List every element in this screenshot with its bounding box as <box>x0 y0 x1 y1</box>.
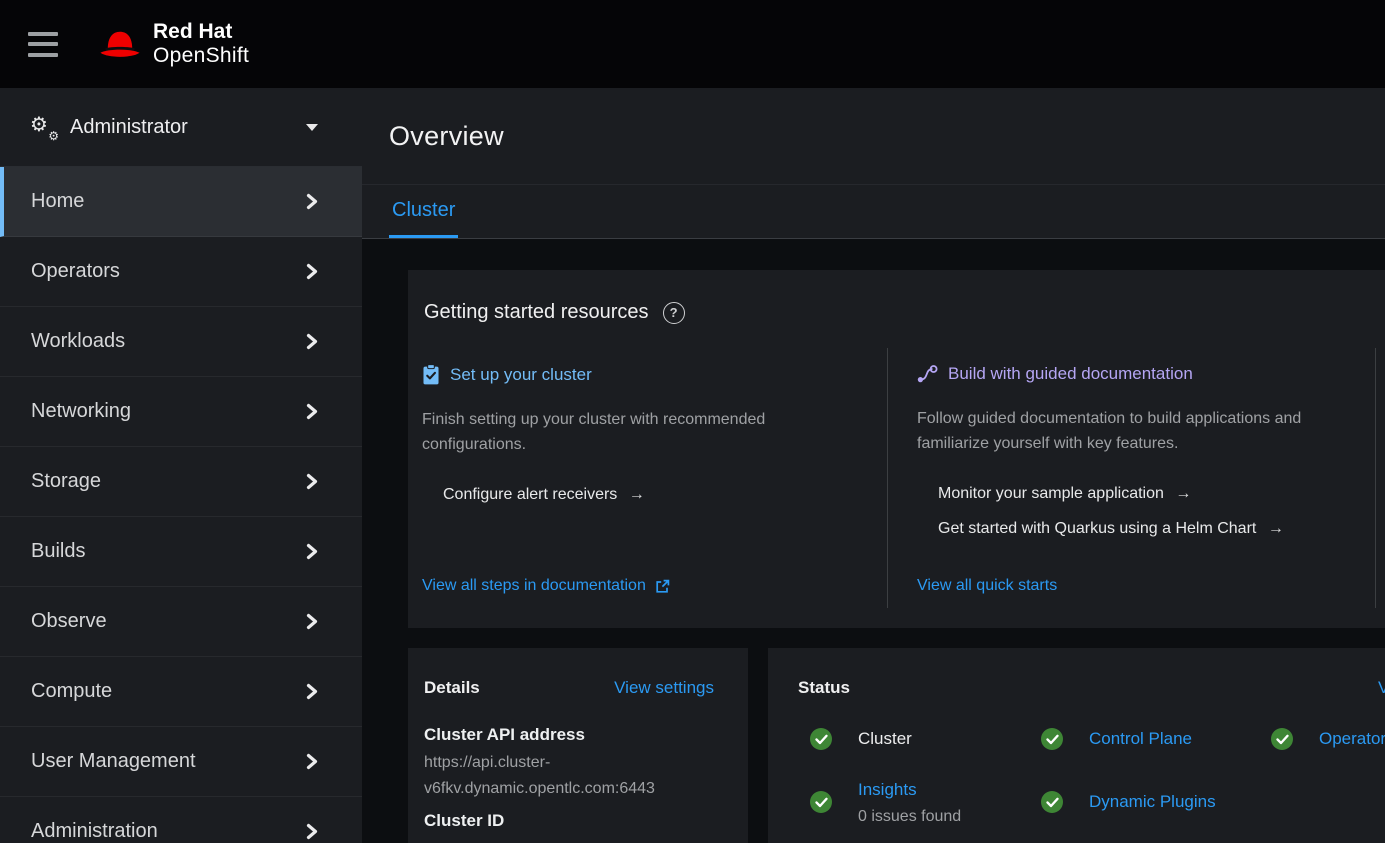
chevron-right-icon <box>306 613 318 630</box>
chevron-right-icon <box>306 683 318 700</box>
insights-link[interactable]: Insights <box>858 779 961 801</box>
section-description: Follow guided documentation to build app… <box>917 406 1353 456</box>
section-title: Set up your cluster <box>450 365 592 385</box>
link-view-all-quick-starts[interactable]: View all quick starts <box>917 577 1057 595</box>
brand-name: Red Hat <box>153 20 249 44</box>
view-settings-link[interactable]: View settings <box>614 678 714 698</box>
arrow-right-icon: → <box>629 486 645 503</box>
sidebar-item-administration[interactable]: Administration <box>0 797 362 843</box>
check-circle-icon <box>1041 728 1063 750</box>
insights-issues-count: 0 issues found <box>858 806 961 828</box>
nav-toggle-button[interactable] <box>28 32 58 57</box>
details-card: Details View settings Cluster API addres… <box>408 648 748 843</box>
status-item-cluster: Cluster <box>810 728 912 750</box>
route-icon <box>917 364 938 384</box>
getting-started-section-setup: Set up your cluster Finish setting up yo… <box>408 348 887 608</box>
arrow-right-icon: → <box>1175 485 1191 502</box>
link-quarkus-helm-chart[interactable]: Get started with Quarkus using a Helm Ch… <box>938 518 1353 540</box>
status-item-insights: Insights 0 issues found <box>810 779 961 828</box>
hamburger-icon <box>28 32 58 36</box>
status-item-operators: Operators <box>1271 728 1385 750</box>
getting-started-card: Getting started resources ? Set up your … <box>408 270 1385 628</box>
chevron-right-icon <box>306 263 318 280</box>
chevron-right-icon <box>306 753 318 770</box>
masthead: Red Hat OpenShift <box>0 0 1385 88</box>
chevron-right-icon <box>306 193 318 210</box>
sidebar-nav: Home Operators Workloads Networking Stor… <box>0 167 362 843</box>
chevron-right-icon <box>306 333 318 350</box>
link-view-all-steps[interactable]: View all steps in documentation <box>422 577 670 595</box>
details-title: Details <box>424 678 480 698</box>
check-circle-icon <box>810 791 832 813</box>
external-link-icon <box>655 579 670 594</box>
control-plane-link[interactable]: Control Plane <box>1089 728 1192 750</box>
openshift-console: Red Hat OpenShift ⚙ ⚙ Administrator Home… <box>0 0 1385 843</box>
status-card: Status V Cluster Control Plane Operato <box>768 648 1385 843</box>
section-description: Finish setting up your cluster with reco… <box>422 407 865 457</box>
link-monitor-sample-application[interactable]: Monitor your sample application → <box>938 483 1353 505</box>
chevron-right-icon <box>306 473 318 490</box>
getting-started-title: Getting started resources <box>424 301 649 324</box>
sidebar-item-workloads[interactable]: Workloads <box>0 307 362 377</box>
brand-product: OpenShift <box>153 44 249 68</box>
getting-started-section-cutoff <box>1375 348 1385 608</box>
link-configure-alert-receivers[interactable]: Configure alert receivers → <box>443 484 865 506</box>
status-item-dynamic-plugins: Dynamic Plugins <box>1041 791 1216 813</box>
perspective-switcher[interactable]: ⚙ ⚙ Administrator <box>0 88 362 167</box>
brand-logo: Red Hat OpenShift <box>98 20 249 68</box>
sidebar-item-compute[interactable]: Compute <box>0 657 362 727</box>
chevron-right-icon <box>306 403 318 420</box>
getting-started-section-quickstarts: Build with guided documentation Follow g… <box>887 348 1375 608</box>
cogs-icon: ⚙ ⚙ <box>30 114 57 140</box>
sidebar-item-networking[interactable]: Networking <box>0 377 362 447</box>
status-title: Status <box>798 678 850 698</box>
dynamic-plugins-link[interactable]: Dynamic Plugins <box>1089 791 1216 813</box>
perspective-label: Administrator <box>70 116 306 139</box>
main-content: Overview Cluster Getting started resourc… <box>362 88 1385 843</box>
sidebar-item-observe[interactable]: Observe <box>0 587 362 657</box>
tab-cluster[interactable]: Cluster <box>389 185 458 238</box>
sidebar: ⚙ ⚙ Administrator Home Operators Workloa… <box>0 88 362 843</box>
sidebar-item-home[interactable]: Home <box>0 167 362 237</box>
sidebar-item-builds[interactable]: Builds <box>0 517 362 587</box>
sidebar-item-storage[interactable]: Storage <box>0 447 362 517</box>
check-circle-icon <box>1041 791 1063 813</box>
tab-bar: Cluster <box>362 185 1385 239</box>
help-icon[interactable]: ? <box>663 302 685 324</box>
check-circle-icon <box>1271 728 1293 750</box>
clipboard-check-icon <box>422 364 440 385</box>
page-header: Overview <box>362 88 1385 185</box>
status-item-control-plane: Control Plane <box>1041 728 1192 750</box>
arrow-right-icon: → <box>1268 520 1284 537</box>
page-title: Overview <box>389 121 504 152</box>
details-value-cluster-api-address: https://api.cluster-v6fkv.dynamic.opentl… <box>424 750 724 802</box>
details-label-cluster-id: Cluster ID <box>424 810 724 832</box>
section-title: Build with guided documentation <box>948 364 1193 384</box>
redhat-fedora-icon <box>98 28 142 60</box>
check-circle-icon <box>810 728 832 750</box>
caret-down-icon <box>306 124 318 131</box>
sidebar-item-operators[interactable]: Operators <box>0 237 362 307</box>
details-label-cluster-api-address: Cluster API address <box>424 724 724 746</box>
sidebar-item-user-management[interactable]: User Management <box>0 727 362 797</box>
status-view-link-cutoff[interactable]: V <box>1378 678 1385 698</box>
operators-link[interactable]: Operators <box>1319 728 1385 750</box>
chevron-right-icon <box>306 543 318 560</box>
chevron-right-icon <box>306 823 318 840</box>
